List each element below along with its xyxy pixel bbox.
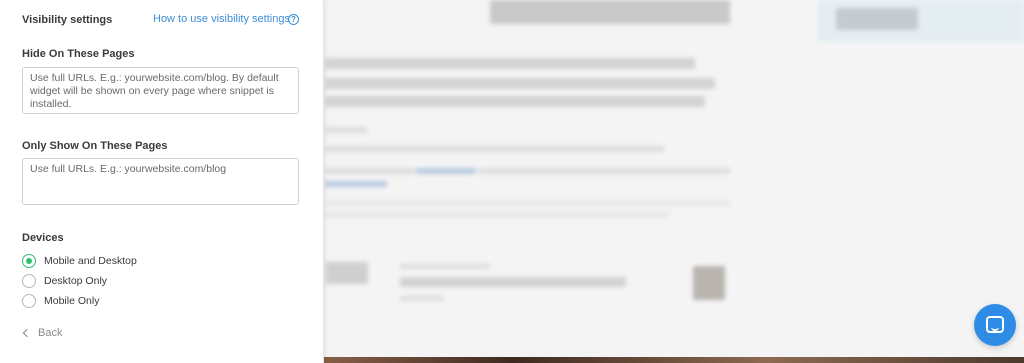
panel-title: Visibility settings — [22, 14, 113, 26]
hide-pages-label: Hide On These Pages — [22, 48, 135, 60]
device-option-label: Desktop Only — [44, 275, 108, 287]
bg-text-line — [325, 127, 367, 133]
show-pages-label: Only Show On These Pages — [22, 140, 168, 152]
back-label: Back — [38, 327, 63, 339]
bg-avatar — [693, 266, 725, 300]
bg-text-line — [325, 201, 730, 206]
bg-text-line — [478, 168, 730, 174]
bg-text-line — [400, 264, 490, 269]
radio-button[interactable] — [22, 254, 36, 268]
bg-text-line — [325, 168, 415, 174]
visibility-settings-panel: Visibility settings How to use visibilit… — [0, 0, 324, 363]
bg-link-line — [325, 181, 387, 187]
chat-launcher-button[interactable] — [974, 304, 1016, 346]
device-option-mobile-and-desktop[interactable]: Mobile and Desktop — [22, 254, 137, 268]
question-circle-icon[interactable]: ? — [288, 14, 299, 25]
bg-header-button — [836, 8, 918, 30]
devices-label: Devices — [22, 232, 64, 244]
device-option-desktop-only[interactable]: Desktop Only — [22, 274, 107, 288]
bg-text-line — [325, 96, 705, 107]
hide-pages-input[interactable] — [22, 67, 299, 114]
bg-text-line — [325, 78, 715, 89]
bg-text-line — [400, 277, 626, 287]
bg-text-line — [325, 212, 670, 217]
chat-icon — [986, 316, 1004, 333]
bg-text-line — [325, 58, 695, 69]
bg-text-line — [325, 146, 665, 152]
bg-text-line — [400, 296, 444, 301]
bg-link-line — [416, 168, 476, 174]
radio-button[interactable] — [22, 274, 36, 288]
show-pages-input[interactable] — [22, 158, 299, 205]
device-option-mobile-only[interactable]: Mobile Only — [22, 294, 99, 308]
chevron-left-icon — [22, 328, 32, 338]
back-button[interactable]: Back — [22, 327, 63, 339]
bg-thumbnail — [326, 262, 368, 284]
help-link[interactable]: How to use visibility settings — [153, 13, 290, 25]
device-option-label: Mobile Only — [44, 295, 100, 307]
radio-button[interactable] — [22, 294, 36, 308]
bg-header-bar — [490, 0, 730, 24]
device-option-label: Mobile and Desktop — [44, 255, 137, 267]
